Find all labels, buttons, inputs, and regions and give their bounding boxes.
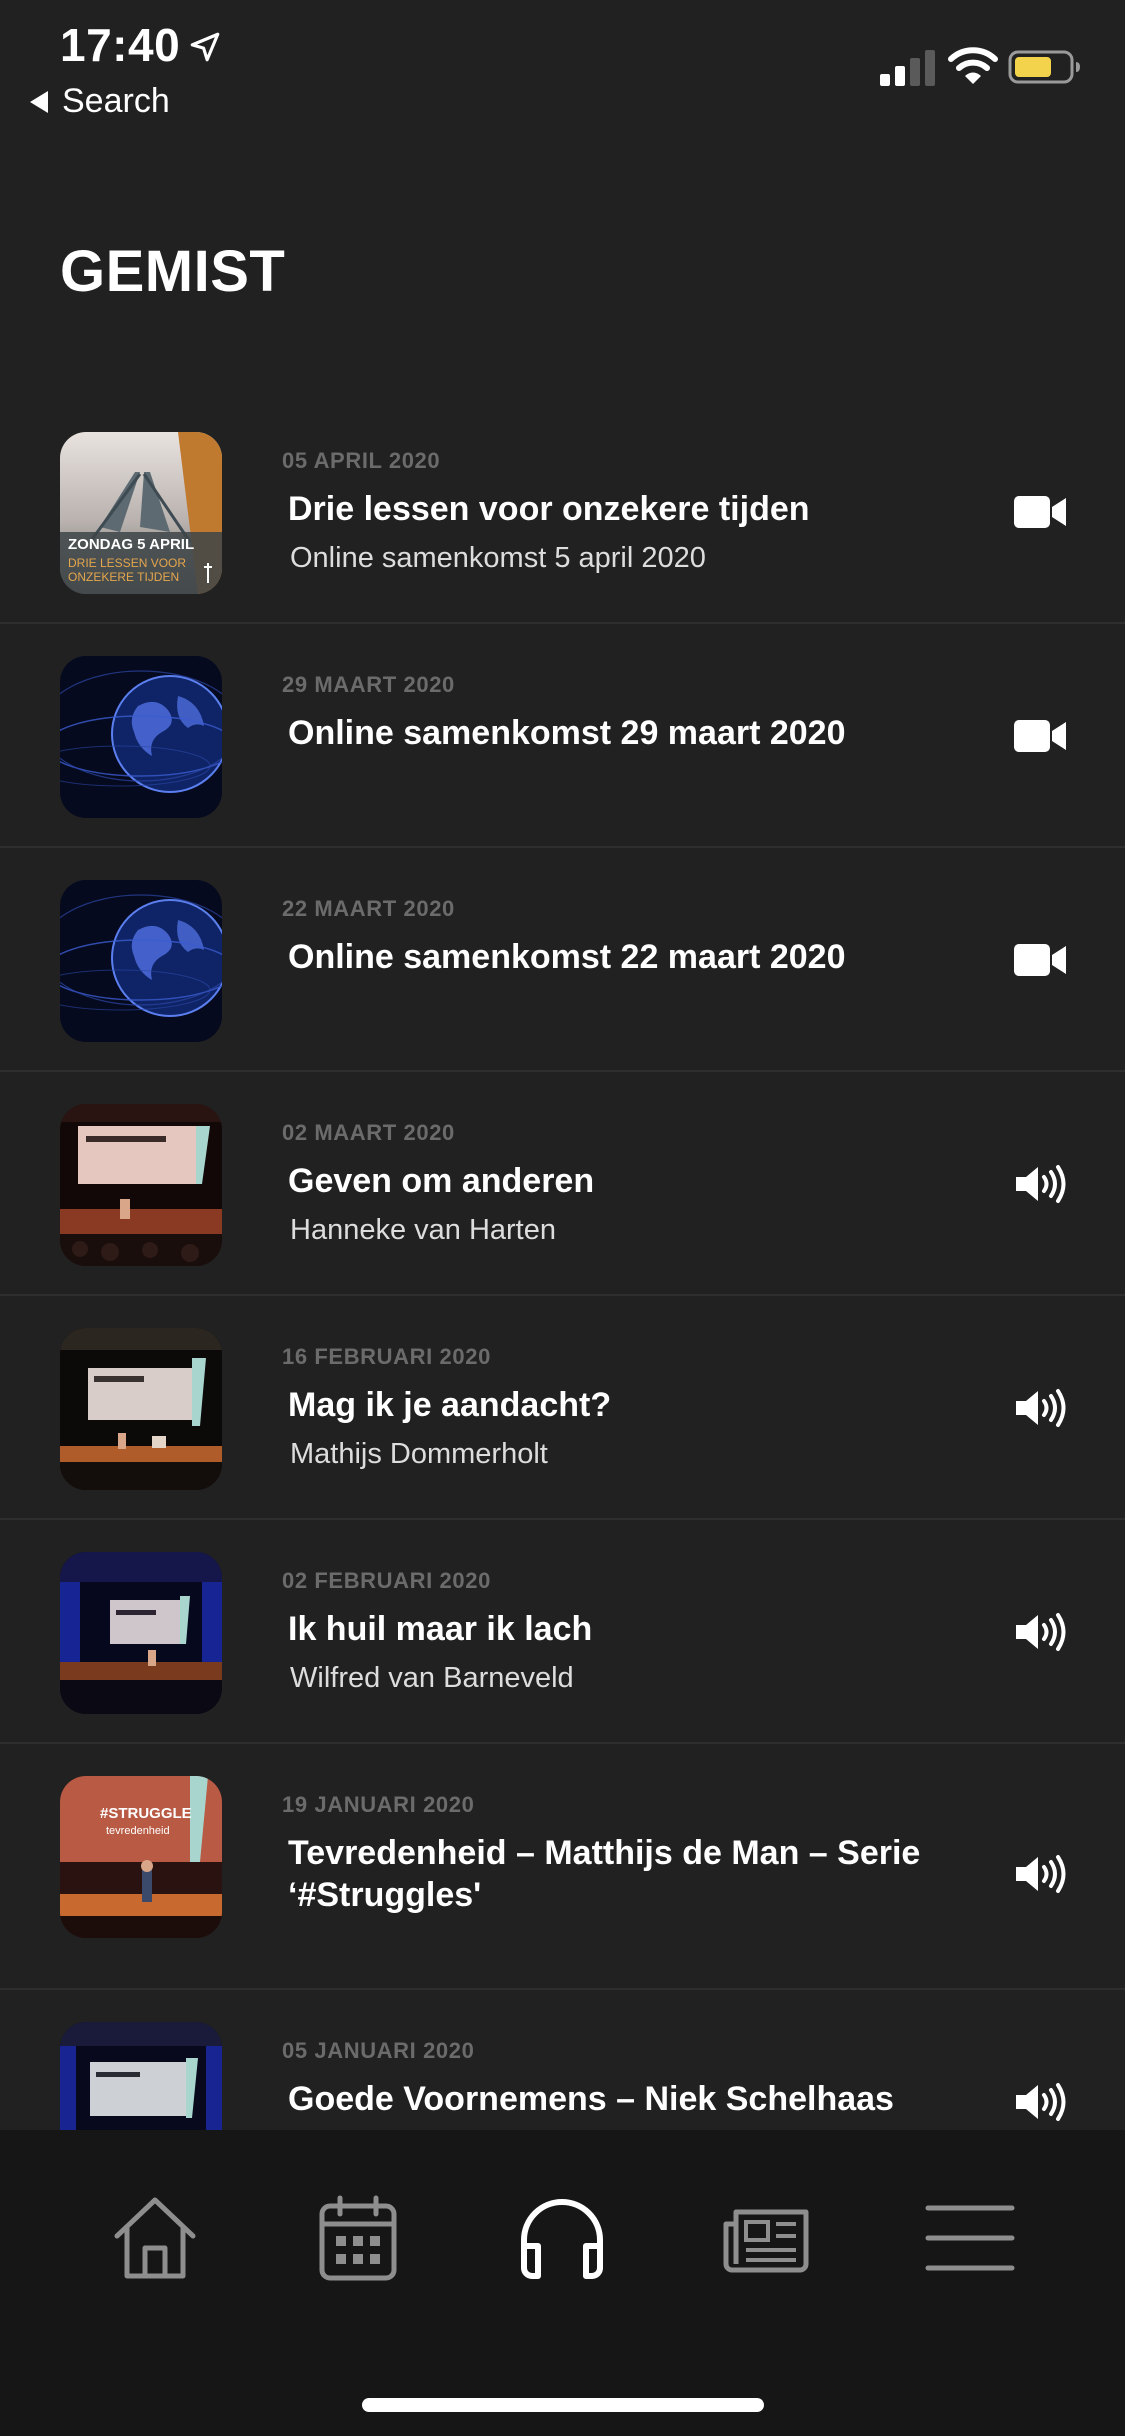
episode-subtitle: Online samenkomst 5 april 2020 [290, 542, 706, 574]
thumb-caption-line-3: ONZEKERE TIJDEN [68, 570, 179, 584]
episode-date: 22 MAART 2020 [282, 896, 455, 921]
video-icon[interactable] [1014, 716, 1068, 756]
episode-thumbnail [60, 2022, 222, 2130]
page-title: GEMIST [60, 239, 286, 304]
speaker-icon[interactable] [1014, 2082, 1068, 2122]
episode-date: 05 APRIL 2020 [282, 448, 441, 473]
speaker-icon[interactable] [1014, 1612, 1068, 1652]
location-arrow-icon [190, 32, 220, 62]
episode-subtitle: Hanneke van Harten [290, 1214, 556, 1246]
speaker-icon[interactable] [1014, 1388, 1068, 1428]
episode-title: Tevredenheid – Matthijs de Man – Serie ‘… [288, 1834, 921, 1914]
episode-thumbnail: #STRUGGLE tevredenheid [60, 1776, 222, 1938]
episode-thumbnail [60, 880, 222, 1042]
speaker-icon[interactable] [1014, 1164, 1068, 1204]
headphones-icon [521, 2199, 603, 2279]
episode-title: Mag ik je aandacht? [288, 1386, 612, 1424]
episode-list: ZONDAG 5 APRIL DRIE LESSEN VOOR ONZEKERE… [0, 400, 1125, 2130]
episode-date: 02 MAART 2020 [282, 1120, 455, 1145]
episode-thumbnail [60, 1328, 222, 1490]
episode-thumbnail [60, 1552, 222, 1714]
episode-subtitle: Wilfred van Barneveld [290, 1662, 574, 1694]
video-icon[interactable] [1014, 492, 1068, 532]
episode-thumbnail: ZONDAG 5 APRIL DRIE LESSEN VOOR ONZEKERE… [60, 432, 222, 594]
status-bar: 17:40 Search [0, 0, 1125, 130]
home-indicator[interactable] [362, 2398, 764, 2412]
list-item[interactable]: 02 FEBRUARI 2020 Ik huil maar ik lach Wi… [0, 1520, 1125, 1744]
episode-title: Online samenkomst 29 maart 2020 [288, 714, 846, 752]
back-to-search-link[interactable]: Search [30, 82, 170, 121]
tab-listen[interactable] [514, 2190, 610, 2286]
episode-date: 16 FEBRUARI 2020 [282, 1344, 491, 1369]
speaker-icon[interactable] [1014, 1854, 1068, 1894]
thumb-caption-line-1: #STRUGGLE [100, 1805, 192, 1822]
episode-date: 02 FEBRUARI 2020 [282, 1568, 491, 1593]
list-item[interactable]: 22 MAART 2020 Online samenkomst 22 maart… [0, 848, 1125, 1072]
wifi-icon [948, 47, 998, 84]
back-caret-icon [30, 90, 48, 113]
menu-icon [925, 2205, 1015, 2271]
episode-thumbnail [60, 1104, 222, 1266]
list-item[interactable]: #STRUGGLE tevredenheid 19 JANUARI 2020 T… [0, 1744, 1125, 1990]
episode-date: 05 JANUARI 2020 [282, 2038, 475, 2063]
episode-title: Online samenkomst 22 maart 2020 [288, 938, 846, 976]
episode-title: Ik huil maar ik lach [288, 1610, 593, 1648]
home-icon [114, 2197, 196, 2279]
tab-menu[interactable] [922, 2190, 1018, 2286]
video-icon[interactable] [1014, 940, 1068, 980]
episode-title: Goede Voornemens – Niek Schelhaas [288, 2080, 894, 2118]
list-item[interactable]: ZONDAG 5 APRIL DRIE LESSEN VOOR ONZEKERE… [0, 400, 1125, 624]
battery-icon [1008, 50, 1080, 84]
list-item[interactable]: 02 MAART 2020 Geven om anderen Hanneke v… [0, 1072, 1125, 1296]
tab-home[interactable] [107, 2190, 203, 2286]
list-item[interactable]: 16 FEBRUARI 2020 Mag ik je aandacht? Mat… [0, 1296, 1125, 1520]
episode-thumbnail [60, 656, 222, 818]
calendar-icon [319, 2195, 397, 2281]
episode-subtitle: Mathijs Dommerholt [290, 1438, 548, 1470]
list-item[interactable]: 05 JANUARI 2020 Goede Voornemens – Niek … [0, 1990, 1125, 2130]
episode-title: Geven om anderen [288, 1162, 595, 1200]
tab-bar [0, 2130, 1125, 2436]
thumb-caption-line-2: DRIE LESSEN VOOR [68, 556, 186, 570]
episode-date: 29 MAART 2020 [282, 672, 455, 697]
news-icon [723, 2209, 809, 2273]
episode-date: 19 JANUARI 2020 [282, 1792, 475, 1817]
thumb-caption-line-2: tevredenheid [106, 1825, 170, 1837]
thumb-caption-line-1: ZONDAG 5 APRIL [68, 536, 194, 553]
episode-title: Drie lessen voor onzekere tijden [288, 490, 810, 528]
status-time: 17:40 [60, 19, 181, 71]
tab-news[interactable] [718, 2190, 814, 2286]
list-item[interactable]: 29 MAART 2020 Online samenkomst 29 maart… [0, 624, 1125, 848]
cellular-signal-icon [880, 50, 935, 86]
tab-calendar[interactable] [310, 2190, 406, 2286]
back-link-label: Search [62, 82, 170, 120]
